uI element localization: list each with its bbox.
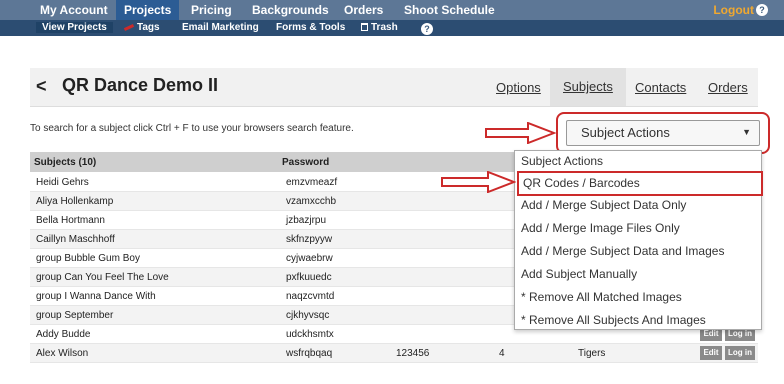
option-merge-data-and-images[interactable]: Add / Merge Subject Data and Images xyxy=(521,244,724,258)
subnav-email-marketing[interactable]: Email Marketing xyxy=(182,22,259,33)
subject-password: pxfkuuedc xyxy=(286,272,332,283)
subject-password: udckhsmtx xyxy=(286,329,334,340)
nav-projects[interactable]: Projects xyxy=(116,0,180,20)
subject-password: cjkhyvsqc xyxy=(286,310,330,321)
subnav-tags[interactable]: Tags xyxy=(123,22,160,33)
search-hint: To search for a subject click Ctrl + F t… xyxy=(30,123,354,134)
column-header-password[interactable]: Password xyxy=(282,157,329,168)
subject-name: Aliya Hollenkamp xyxy=(36,196,114,207)
subnav-trash[interactable]: Trash xyxy=(361,22,398,33)
trash-icon xyxy=(361,23,368,31)
annotation-arrow-icon xyxy=(485,122,556,144)
column-header-subjects[interactable]: Subjects (10) xyxy=(34,157,96,168)
subject-extra-code: 123456 xyxy=(396,348,430,359)
tag-icon xyxy=(123,23,135,31)
annotation-ring xyxy=(556,112,770,154)
subject-name: Caillyn Maschhoff xyxy=(36,234,115,245)
tab-options[interactable]: Options xyxy=(496,80,541,95)
tab-subjects[interactable]: Subjects xyxy=(550,68,626,106)
subject-password: jzbazjrpu xyxy=(286,215,327,226)
top-navigation: My Account Projects Pricing Backgrounds … xyxy=(0,0,784,36)
subject-name: group Bubble Gum Boy xyxy=(36,253,140,264)
subnav-tags-label: Tags xyxy=(137,22,160,33)
subject-name: Heidi Gehrs xyxy=(36,177,89,188)
subject-team: Tigers xyxy=(578,348,606,359)
option-qr-codes-barcodes[interactable]: QR Codes / Barcodes xyxy=(517,171,763,196)
subject-name: group Can You Feel The Love xyxy=(36,272,169,283)
subject-name: Alex Wilson xyxy=(36,348,89,359)
option-merge-image-files[interactable]: Add / Merge Image Files Only xyxy=(521,221,680,235)
option-remove-matched-images[interactable]: * Remove All Matched Images xyxy=(521,290,682,304)
tab-contacts[interactable]: Contacts xyxy=(635,80,686,95)
option-remove-subjects-and-images[interactable]: * Remove All Subjects And Images xyxy=(521,313,706,327)
subject-password: naqzcvmtd xyxy=(286,291,335,302)
subject-extra-number: 4 xyxy=(499,348,505,359)
project-header: < QR Dance Demo II Options Subjects Cont… xyxy=(30,68,758,107)
subject-name: group I Wanna Dance With xyxy=(36,291,156,302)
nav-backgrounds[interactable]: Backgrounds xyxy=(252,3,329,17)
nav-shoot-schedule[interactable]: Shoot Schedule xyxy=(404,3,495,17)
table-row[interactable]: Alex Wilson wsfrqbqaq 123456 4 Tigers Ed… xyxy=(30,344,758,363)
subnav-forms-tools[interactable]: Forms & Tools xyxy=(276,22,345,33)
nav-my-account[interactable]: My Account xyxy=(40,3,108,17)
back-chevron-icon[interactable]: < xyxy=(36,76,47,97)
subject-password: cyjwaebrw xyxy=(286,253,333,264)
help-icon[interactable]: ? xyxy=(756,4,768,16)
subject-password: emzvmeazf xyxy=(286,177,338,188)
subject-name: group September xyxy=(36,310,114,321)
subnav-trash-label: Trash xyxy=(371,22,398,33)
subject-name: Addy Budde xyxy=(36,329,91,340)
option-add-subject-manually[interactable]: Add Subject Manually xyxy=(521,267,637,281)
edit-button[interactable]: Edit xyxy=(700,346,722,360)
option-merge-subject-data[interactable]: Add / Merge Subject Data Only xyxy=(521,198,686,212)
log-in-button[interactable]: Log in xyxy=(725,346,755,360)
logout-link[interactable]: Logout xyxy=(713,3,754,17)
page-title: QR Dance Demo II xyxy=(62,75,219,95)
subnav-view-projects[interactable]: View Projects xyxy=(36,22,113,33)
subnav-help-icon[interactable]: ? xyxy=(421,23,433,35)
annotation-arrow-icon xyxy=(441,171,516,193)
option-subject-actions[interactable]: Subject Actions xyxy=(521,154,603,168)
subject-actions-dropdown: Subject Actions QR Codes / Barcodes Add … xyxy=(514,150,763,330)
nav-orders[interactable]: Orders xyxy=(344,3,383,17)
subject-name: Bella Hortmann xyxy=(36,215,105,226)
subject-password: vzamxcchb xyxy=(286,196,337,207)
tab-orders[interactable]: Orders xyxy=(708,80,748,95)
nav-pricing[interactable]: Pricing xyxy=(191,3,232,17)
subject-password: wsfrqbqaq xyxy=(286,348,333,359)
subject-password: skfnzpyyw xyxy=(286,234,333,245)
